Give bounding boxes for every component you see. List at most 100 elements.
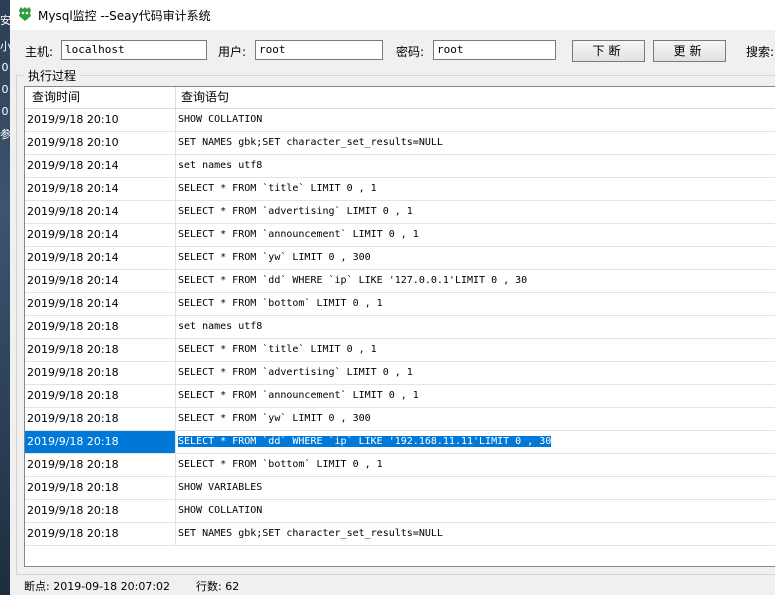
- query-statement-cell: SELECT * FROM `yw` LIMIT 0 , 300: [176, 247, 775, 269]
- query-time-cell: 2019/9/18 20:18: [25, 523, 176, 545]
- query-time-cell: 2019/9/18 20:18: [25, 477, 176, 499]
- query-statement-cell: SELECT * FROM `bottom` LIMIT 0 , 1: [176, 293, 775, 315]
- table-row[interactable]: 2019/9/18 20:18 set names utf8: [25, 316, 775, 339]
- query-statement-text: SELECT * FROM `yw` LIMIT 0 , 300: [178, 413, 371, 424]
- host-input[interactable]: localhost: [61, 40, 207, 60]
- desktop-char: 参: [0, 128, 11, 141]
- table-row[interactable]: 2019/9/18 20:14 SELECT * FROM `advertisin…: [25, 201, 775, 224]
- query-statement-text: SELECT * FROM `announcement` LIMIT 0 , 1: [178, 229, 419, 240]
- table-row[interactable]: 2019/9/18 20:10 SHOW COLLATION: [25, 109, 775, 132]
- user-input[interactable]: root: [255, 40, 383, 60]
- query-time-cell: 2019/9/18 20:14: [25, 224, 176, 246]
- table-row[interactable]: 2019/9/18 20:18 SET NAMES gbk;SET charact…: [25, 523, 775, 546]
- table-row[interactable]: 2019/9/18 20:18 SHOW COLLATION: [25, 500, 775, 523]
- query-statement-text: SELECT * FROM `advertising` LIMIT 0 , 1: [178, 206, 413, 217]
- table-row[interactable]: 2019/9/18 20:14 SELECT * FROM `yw` LIMIT …: [25, 247, 775, 270]
- query-time-cell: 2019/9/18 20:14: [25, 155, 176, 177]
- query-statement-cell: SET NAMES gbk;SET character_set_results=…: [176, 132, 775, 154]
- table-row[interactable]: 2019/9/18 20:14 SELECT * FROM `announceme…: [25, 224, 775, 247]
- query-statement-cell: SELECT * FROM `title` LIMIT 0 , 1: [176, 178, 775, 200]
- query-statement-text: SELECT * FROM `advertising` LIMIT 0 , 1: [178, 367, 413, 378]
- search-label: 搜索:: [746, 45, 775, 59]
- desktop-char: 0: [1, 105, 9, 118]
- row-count-status: 行数: 62: [196, 580, 240, 593]
- query-statement-cell: SELECT * FROM `advertising` LIMIT 0 , 1: [176, 201, 775, 223]
- table-row[interactable]: 2019/9/18 20:18 SELECT * FROM `advertisin…: [25, 362, 775, 385]
- table-row[interactable]: 2019/9/18 20:18 SELECT * FROM `title` LIM…: [25, 339, 775, 362]
- table-row[interactable]: 2019/9/18 20:18 SELECT * FROM `dd` WHERE …: [25, 431, 775, 454]
- query-time-cell: 2019/9/18 20:10: [25, 132, 176, 154]
- query-statement-cell: SELECT * FROM `title` LIMIT 0 , 1: [176, 339, 775, 361]
- column-header-time[interactable]: 查询时间: [25, 87, 176, 108]
- query-time-cell: 2019/9/18 20:18: [25, 385, 176, 407]
- window-title: Mysql监控 --Seay代码审计系统: [38, 9, 211, 23]
- query-time-cell: 2019/9/18 20:18: [25, 454, 176, 476]
- query-statement-text: SHOW COLLATION: [178, 114, 263, 125]
- query-time-cell: 2019/9/18 20:18: [25, 408, 176, 430]
- user-label: 用户:: [218, 45, 247, 59]
- desktop-char: 小: [0, 40, 11, 53]
- table-body: 2019/9/18 20:10 SHOW COLLATION 2019/9/18 2…: [25, 109, 775, 546]
- table-row[interactable]: 2019/9/18 20:18 SELECT * FROM `yw` LIMIT …: [25, 408, 775, 431]
- query-time-cell: 2019/9/18 20:18: [25, 316, 176, 338]
- table-row[interactable]: 2019/9/18 20:18 SELECT * FROM `bottom` LI…: [25, 454, 775, 477]
- query-time-cell: 2019/9/18 20:18: [25, 431, 176, 453]
- breakpoint-status: 断点: 2019-09-18 20:07:02: [24, 580, 171, 593]
- query-log-table[interactable]: 查询时间 查询语句 2019/9/18 20:10 SHOW COLLATION 2…: [24, 86, 775, 567]
- query-statement-text: SELECT * FROM `bottom` LIMIT 0 , 1: [178, 459, 383, 470]
- password-input[interactable]: root: [433, 40, 556, 60]
- query-statement-text: SELECT * FROM `yw` LIMIT 0 , 300: [178, 252, 371, 263]
- app-icon: [17, 6, 33, 25]
- query-time-cell: 2019/9/18 20:18: [25, 500, 176, 522]
- query-statement-cell: SELECT * FROM `bottom` LIMIT 0 , 1: [176, 454, 775, 476]
- query-statement-text: SHOW VARIABLES: [178, 482, 263, 493]
- query-time-cell: 2019/9/18 20:14: [25, 247, 176, 269]
- execution-log-title: 执行过程: [24, 67, 81, 84]
- table-row[interactable]: 2019/9/18 20:14 SELECT * FROM `bottom` LI…: [25, 293, 775, 316]
- query-time-cell: 2019/9/18 20:18: [25, 339, 176, 361]
- mysql-monitor-window: Mysql监控 --Seay代码审计系统 主机: localhost 用户: r…: [10, 0, 775, 595]
- query-statement-text: SELECT * FROM `title` LIMIT 0 , 1: [178, 183, 377, 194]
- query-statement-cell: SELECT * FROM `dd` WHERE `ip` LIKE '192.…: [176, 431, 775, 453]
- query-time-cell: 2019/9/18 20:18: [25, 362, 176, 384]
- query-statement-text: SELECT * FROM `dd` WHERE `ip` LIKE '127.…: [178, 275, 528, 286]
- query-time-cell: 2019/9/18 20:10: [25, 109, 176, 131]
- desktop-char: 安: [0, 14, 11, 27]
- breakpoint-button[interactable]: 下断: [572, 40, 645, 62]
- column-header-query[interactable]: 查询语句: [176, 87, 775, 108]
- query-statement-text: SET NAMES gbk;SET character_set_results=…: [178, 528, 443, 539]
- desktop-char: 0: [1, 83, 9, 96]
- query-statement-cell: SELECT * FROM `announcement` LIMIT 0 , 1: [176, 224, 775, 246]
- table-row[interactable]: 2019/9/18 20:10 SET NAMES gbk;SET charact…: [25, 132, 775, 155]
- query-statement-cell: set names utf8: [176, 316, 775, 338]
- query-time-cell: 2019/9/18 20:14: [25, 293, 176, 315]
- host-label: 主机:: [25, 45, 54, 59]
- query-statement-cell: SELECT * FROM `dd` WHERE `ip` LIKE '127.…: [176, 270, 775, 292]
- query-time-cell: 2019/9/18 20:14: [25, 178, 176, 200]
- query-statement-cell: SELECT * FROM `yw` LIMIT 0 , 300: [176, 408, 775, 430]
- query-statement-cell: set names utf8: [176, 155, 775, 177]
- query-statement-text: SELECT * FROM `dd` WHERE `ip` LIKE '192.…: [178, 436, 552, 447]
- query-statement-text: SHOW COLLATION: [178, 505, 263, 516]
- table-header: 查询时间 查询语句: [25, 87, 775, 109]
- query-statement-cell: SELECT * FROM `announcement` LIMIT 0 , 1: [176, 385, 775, 407]
- query-statement-text: SELECT * FROM `announcement` LIMIT 0 , 1: [178, 390, 419, 401]
- refresh-button[interactable]: 更新: [653, 40, 726, 62]
- desktop-background: 安 小 0 0 0 参: [0, 0, 11, 595]
- query-statement-text: SET NAMES gbk;SET character_set_results=…: [178, 137, 443, 148]
- query-statement-cell: SHOW VARIABLES: [176, 477, 775, 499]
- query-statement-text: set names utf8: [178, 160, 263, 171]
- desktop-char: 0: [1, 61, 9, 74]
- query-statement-text: SELECT * FROM `bottom` LIMIT 0 , 1: [178, 298, 383, 309]
- table-row[interactable]: 2019/9/18 20:18 SHOW VARIABLES: [25, 477, 775, 500]
- query-statement-cell: SHOW COLLATION: [176, 109, 775, 131]
- query-statement-text: SELECT * FROM `title` LIMIT 0 , 1: [178, 344, 377, 355]
- title-bar[interactable]: Mysql监控 --Seay代码审计系统: [10, 0, 775, 30]
- table-row[interactable]: 2019/9/18 20:14 SELECT * FROM `dd` WHERE …: [25, 270, 775, 293]
- table-row[interactable]: 2019/9/18 20:14 SELECT * FROM `title` LIM…: [25, 178, 775, 201]
- table-row[interactable]: 2019/9/18 20:14 set names utf8: [25, 155, 775, 178]
- table-row[interactable]: 2019/9/18 20:18 SELECT * FROM `announceme…: [25, 385, 775, 408]
- query-time-cell: 2019/9/18 20:14: [25, 270, 176, 292]
- query-statement-text: set names utf8: [178, 321, 263, 332]
- query-statement-cell: SHOW COLLATION: [176, 500, 775, 522]
